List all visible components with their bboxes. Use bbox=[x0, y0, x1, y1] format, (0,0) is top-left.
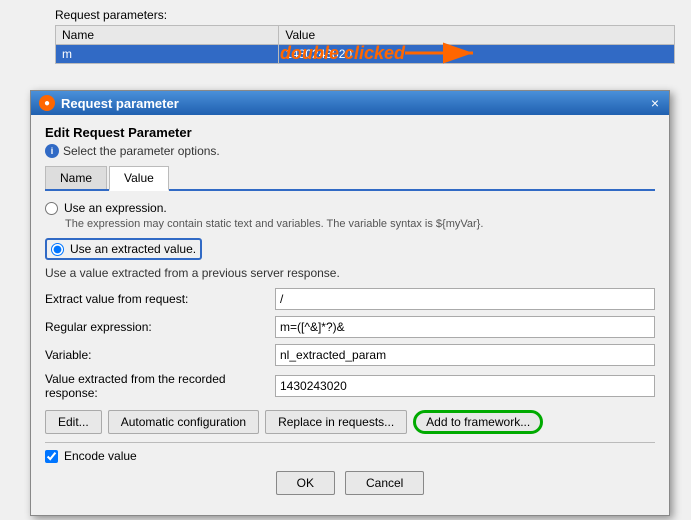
tab-name[interactable]: Name bbox=[45, 166, 107, 189]
cell-name: m bbox=[56, 45, 279, 64]
ok-button[interactable]: OK bbox=[276, 471, 335, 495]
radio-expression-desc: The expression may contain static text a… bbox=[65, 218, 655, 230]
titlebar-left: ● Request parameter bbox=[39, 95, 179, 111]
encode-checkbox[interactable] bbox=[45, 450, 58, 463]
radio-extracted-container: Use an extracted value. bbox=[45, 238, 655, 263]
radio-expression-option[interactable]: Use an expression. bbox=[45, 201, 655, 215]
edit-button[interactable]: Edit... bbox=[45, 410, 102, 434]
annotation-arrow-svg bbox=[405, 38, 485, 68]
tabs-bar: Name Value bbox=[45, 166, 655, 191]
radio-expression-input[interactable] bbox=[45, 202, 58, 215]
action-buttons: Edit... Automatic configuration Replace … bbox=[45, 410, 655, 434]
section-hint-text: Select the parameter options. bbox=[63, 144, 220, 158]
cancel-button[interactable]: Cancel bbox=[345, 471, 424, 495]
close-button[interactable]: × bbox=[649, 96, 661, 110]
encode-checkbox-row: Encode value bbox=[45, 449, 655, 463]
annotation: double clicked bbox=[280, 38, 485, 68]
tab-value[interactable]: Value bbox=[109, 166, 169, 191]
title-icon: ● bbox=[39, 95, 55, 111]
add-framework-button[interactable]: Add to framework... bbox=[413, 410, 543, 434]
modal-dialog: ● Request parameter × Edit Request Param… bbox=[30, 90, 670, 516]
form-row-extract: Extract value from request: bbox=[45, 288, 655, 310]
divider bbox=[45, 442, 655, 443]
radio-extracted-input[interactable] bbox=[51, 243, 64, 256]
form-row-regex: Regular expression: bbox=[45, 316, 655, 338]
radio-extracted-label: Use an extracted value. bbox=[70, 242, 196, 256]
annotation-text: double clicked bbox=[280, 43, 405, 64]
form-row-variable: Variable: bbox=[45, 344, 655, 366]
label-recorded: Value extracted from the recorded respon… bbox=[45, 372, 275, 400]
encode-label: Encode value bbox=[64, 449, 137, 463]
modal-title: Request parameter bbox=[61, 96, 179, 111]
section-title: Edit Request Parameter bbox=[45, 125, 655, 140]
input-regex[interactable] bbox=[275, 316, 655, 338]
label-regex: Regular expression: bbox=[45, 320, 275, 334]
section-hint: i Select the parameter options. bbox=[45, 144, 655, 158]
form-row-recorded: Value extracted from the recorded respon… bbox=[45, 372, 655, 400]
radio-extracted-highlight[interactable]: Use an extracted value. bbox=[45, 238, 202, 260]
bottom-buttons: OK Cancel bbox=[45, 471, 655, 505]
input-recorded[interactable] bbox=[275, 375, 655, 397]
label-variable: Variable: bbox=[45, 348, 275, 362]
replace-button[interactable]: Replace in requests... bbox=[265, 410, 407, 434]
auto-config-button[interactable]: Automatic configuration bbox=[108, 410, 259, 434]
input-extract[interactable] bbox=[275, 288, 655, 310]
info-icon: i bbox=[45, 144, 59, 158]
col-header-name: Name bbox=[56, 26, 279, 45]
label-extract: Extract value from request: bbox=[45, 292, 275, 306]
input-variable[interactable] bbox=[275, 344, 655, 366]
modal-titlebar: ● Request parameter × bbox=[31, 91, 669, 115]
modal-body: Edit Request Parameter i Select the para… bbox=[31, 115, 669, 515]
extracted-desc: Use a value extracted from a previous se… bbox=[45, 266, 655, 280]
radio-expression-label: Use an expression. bbox=[64, 201, 167, 215]
request-params-label: Request parameters: bbox=[55, 8, 167, 22]
